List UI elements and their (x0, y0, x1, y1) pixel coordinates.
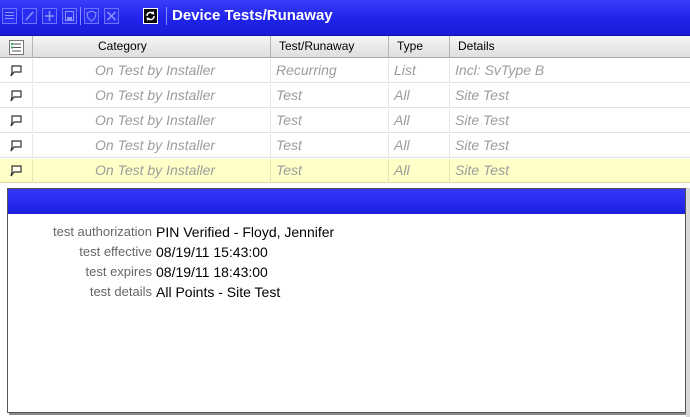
grid-header: Category Test/Runaway Type Details (0, 36, 690, 58)
category-cell: On Test by Installer (90, 59, 271, 83)
toolbar-separator (80, 7, 81, 25)
type-cell: All (389, 134, 450, 158)
device-icon (0, 59, 33, 83)
category-cell: On Test by Installer (90, 84, 271, 108)
table-row[interactable]: On Test by Installer Test All Site Test (0, 134, 690, 158)
table-row[interactable]: On Test by Installer Recurring List Incl… (0, 59, 690, 83)
detail-label: test authorization (52, 224, 152, 239)
shield-icon[interactable] (84, 8, 99, 24)
window-edge (686, 188, 690, 417)
column-header-type[interactable]: Type (389, 36, 450, 58)
details-cell: Site Test (455, 137, 509, 153)
detail-label: test details (89, 284, 152, 299)
detail-label: test expires (85, 264, 152, 279)
detail-panel-title-bar (8, 189, 685, 214)
test-runaway-cell: Test (271, 134, 389, 158)
save-icon[interactable] (62, 8, 77, 24)
type-cell: All (389, 109, 450, 133)
toolbar-separator (166, 7, 167, 25)
window-title: Device Tests/Runaway (172, 7, 333, 24)
type-cell: List (389, 59, 450, 83)
delete-icon[interactable] (104, 8, 119, 24)
details-cell: Site Test (455, 112, 509, 128)
device-icon (0, 134, 33, 158)
detail-row-expires: test expires 08/19/11 18:43:00 (8, 263, 685, 283)
device-icon (0, 84, 33, 108)
column-header-category[interactable]: Category (90, 36, 271, 58)
table-row-selected[interactable]: On Test by Installer Test All Site Test (0, 159, 690, 183)
details-cell: Incl: SvType B (455, 62, 545, 78)
detail-row-effective: test effective 08/19/11 15:43:00 (8, 243, 685, 263)
add-icon[interactable] (42, 8, 57, 24)
test-runaway-cell: Test (271, 84, 389, 108)
edit-icon[interactable] (22, 8, 37, 24)
column-chooser-icon[interactable] (0, 36, 33, 58)
detail-row-details: test details All Points - Site Test (8, 283, 685, 303)
category-cell: On Test by Installer (90, 109, 271, 133)
detail-row-authorization: test authorization PIN Verified - Floyd,… (8, 223, 685, 243)
test-runaway-cell: Test (271, 159, 389, 183)
detail-value: All Points - Site Test (156, 284, 281, 300)
detail-value: 08/19/11 18:43:00 (156, 264, 268, 280)
test-runaway-cell: Recurring (271, 59, 389, 83)
detail-panel: test authorization PIN Verified - Floyd,… (7, 188, 686, 413)
column-header-test-runaway[interactable]: Test/Runaway (271, 36, 389, 58)
category-cell: On Test by Installer (90, 159, 271, 183)
column-header-details[interactable]: Details (450, 36, 690, 58)
detail-value: 08/19/11 15:43:00 (156, 244, 268, 260)
details-cell: Site Test (455, 162, 509, 178)
table-row[interactable]: On Test by Installer Test All Site Test (0, 109, 690, 133)
detail-panel-body: test authorization PIN Verified - Floyd,… (8, 223, 685, 303)
title-bar: Device Tests/Runaway (0, 0, 690, 36)
table-row[interactable]: On Test by Installer Test All Site Test (0, 84, 690, 108)
list-icon[interactable] (2, 8, 17, 24)
type-cell: All (389, 84, 450, 108)
test-runaway-cell: Test (271, 109, 389, 133)
type-cell: All (389, 159, 450, 183)
details-cell: Site Test (455, 87, 509, 103)
detail-label: test effective (79, 244, 152, 259)
category-cell: On Test by Installer (90, 134, 271, 158)
detail-value: PIN Verified - Floyd, Jennifer (156, 224, 335, 240)
refresh-icon[interactable] (143, 8, 158, 24)
device-icon (0, 109, 33, 133)
device-icon (0, 159, 33, 183)
